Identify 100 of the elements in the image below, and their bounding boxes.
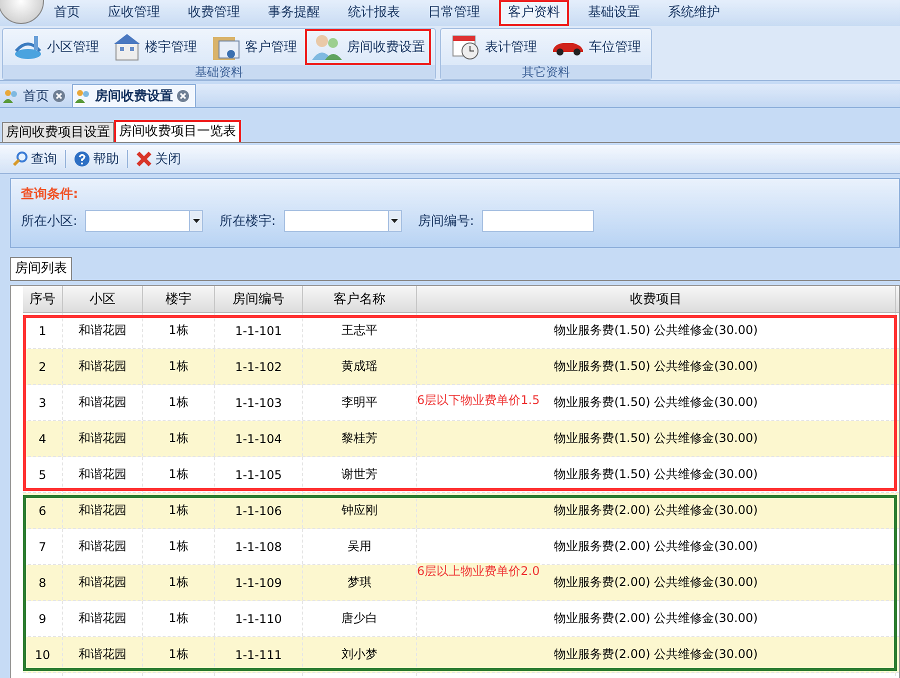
search-icon — [12, 151, 28, 167]
caret-icon — [192, 219, 200, 223]
table-cell: 和谐花园 — [63, 637, 143, 672]
menu-item[interactable]: 统计报表 — [339, 0, 409, 26]
table-cell: 1栋 — [143, 457, 215, 492]
table-cell: 和谐花园 — [63, 349, 143, 384]
toolbar-button[interactable]: 查询 — [8, 150, 61, 168]
column-header[interactable]: 收费项目 — [417, 286, 896, 312]
table-row[interactable]: 2 和谐花园 1栋 1-1-102 黄成瑶 物业服务费(1.50) 公共维修金(30.00) — [23, 349, 899, 385]
table-cell: 1-1-105 — [215, 457, 303, 492]
table-cell: 1栋 — [143, 565, 215, 600]
column-header[interactable]: 小区 — [63, 286, 143, 312]
table-cell: 和谐花园 — [63, 493, 143, 528]
table-cell: 1栋 — [143, 421, 215, 456]
close-icon[interactable] — [53, 90, 65, 102]
table-cell: 3 — [23, 385, 63, 420]
menu-item[interactable]: 应收管理 — [99, 0, 169, 26]
bridge-icon — [13, 33, 43, 61]
table-cell: 1栋 — [143, 313, 215, 348]
table-cell: 王志平 — [303, 313, 417, 348]
menu-item[interactable]: 客户资料 — [499, 0, 569, 26]
menu-item[interactable]: 基础设置 — [579, 0, 649, 26]
table-cell: 和谐花园 — [63, 385, 143, 420]
table-cell: 和谐花园 — [63, 421, 143, 456]
table-cell: 物业服务费(1.50) 公共维修金(30.00) — [417, 349, 896, 384]
table-cell: 物业服务费(1.50) 公共维修金(30.00) — [417, 457, 896, 492]
table-cell: 1栋 — [143, 637, 215, 672]
tab[interactable]: 房间收费项目一览表 — [114, 120, 241, 142]
toolbar-button[interactable]: 关闭 — [132, 150, 185, 168]
table-cell: 8 — [23, 565, 63, 600]
table-cell: 钟应刚 — [303, 493, 417, 528]
ribbon-button[interactable]: 客户管理 — [205, 29, 303, 65]
table-row[interactable]: 4 和谐花园 1栋 1-1-104 黎桂芳 物业服务费(1.50) 公共维修金(30.00) — [23, 421, 899, 457]
annotation: 6层以下物业费单价1.5 — [417, 392, 540, 409]
ribbon-button[interactable]: 车位管理 — [545, 29, 647, 65]
menu-item[interactable]: 收费管理 — [179, 0, 249, 26]
menu-item[interactable]: 首页 — [45, 0, 89, 26]
house-icon — [113, 32, 141, 62]
ribbon-button[interactable]: 小区管理 — [7, 29, 105, 65]
table-cell: 1-1-101 — [215, 313, 303, 348]
field-label: 所在小区: — [21, 213, 78, 230]
column-header[interactable]: 序号 — [23, 286, 63, 312]
annotation: 6层以上物业费单价2.0 — [417, 563, 540, 580]
table-cell: 1-1-109 — [215, 565, 303, 600]
table-cell: 1 — [23, 313, 63, 348]
table-cell: 物业服务费(2.00) 公共维修金(30.00) — [417, 637, 896, 672]
ribbon-button[interactable]: 房间收费设置 — [305, 29, 431, 65]
table-cell: 物业服务费(1.50) 公共维修金(30.00) — [417, 313, 896, 348]
ribbon-button[interactable]: 表计管理 — [445, 29, 543, 65]
calendar-clock-icon — [451, 33, 481, 61]
table-cell: 1栋 — [143, 493, 215, 528]
table-cell: 1栋 — [143, 385, 215, 420]
table-cell: 和谐花园 — [63, 565, 143, 600]
table-cell: 4 — [23, 421, 63, 456]
table-cell: 和谐花园 — [63, 313, 143, 348]
document-tab[interactable]: 首页 — [0, 84, 72, 107]
column-header[interactable]: 楼宇 — [143, 286, 215, 312]
document-tab[interactable]: 房间收费设置 — [72, 84, 196, 107]
dropdown-field[interactable] — [284, 210, 402, 232]
menu-item[interactable]: 事务提醒 — [259, 0, 329, 26]
tab[interactable]: 房间列表 — [10, 257, 72, 280]
table-cell: 6 — [23, 493, 63, 528]
column-header[interactable]: 客户名称 — [303, 286, 417, 312]
table-row[interactable]: 10 和谐花园 1栋 1-1-111 刘小梦 物业服务费(2.00) 公共维修金(30.00) — [23, 637, 899, 673]
column-header[interactable]: 房间编号 — [215, 286, 303, 312]
close-icon — [136, 151, 152, 167]
table-cell: 吴用 — [303, 529, 417, 564]
help-icon — [74, 151, 90, 167]
table-cell: 5 — [23, 457, 63, 492]
table-cell: 唐少白 — [303, 601, 417, 636]
table-cell: 1-1-106 — [215, 493, 303, 528]
table-cell: 1栋 — [143, 601, 215, 636]
table-cell: 7 — [23, 529, 63, 564]
table-cell: 黄成瑶 — [303, 349, 417, 384]
dropdown-field[interactable] — [85, 210, 204, 232]
people-icon — [3, 89, 19, 103]
ribbon-button[interactable]: 楼宇管理 — [107, 29, 203, 65]
table-cell: 1-1-103 — [215, 385, 303, 420]
input-field[interactable] — [482, 210, 594, 232]
table-cell: 物业服务费(2.00) 公共维修金(30.00) — [417, 601, 896, 636]
table-cell: 1-1-111 — [215, 637, 303, 672]
caret-icon — [391, 219, 398, 223]
toolbar-button[interactable]: 帮助 — [70, 150, 123, 168]
menu-item[interactable]: 系统维护 — [659, 0, 729, 26]
table-row[interactable]: 6 和谐花园 1栋 1-1-106 钟应刚 物业服务费(2.00) 公共维修金(30.00) — [23, 493, 899, 529]
table-cell: 物业服务费(1.50) 公共维修金(30.00) — [417, 421, 896, 456]
table-cell: 9 — [23, 601, 63, 636]
menu-item[interactable]: 日常管理 — [419, 0, 489, 26]
people-icon — [75, 89, 91, 103]
field-label: 房间编号: — [418, 213, 474, 230]
table-cell: 1栋 — [143, 349, 215, 384]
table-cell: 1-1-102 — [215, 349, 303, 384]
table-row[interactable]: 5 和谐花园 1栋 1-1-105 谢世芳 物业服务费(1.50) 公共维修金(30.00) — [23, 457, 899, 493]
tab[interactable]: 房间收费项目设置 — [2, 122, 114, 142]
people-icon — [311, 33, 343, 61]
panel-title: 查询条件: — [21, 186, 80, 203]
table-cell: 10 — [23, 637, 63, 672]
table-cell: 1栋 — [143, 529, 215, 564]
table-cell: 1-1-108 — [215, 529, 303, 564]
close-icon[interactable] — [177, 90, 189, 102]
